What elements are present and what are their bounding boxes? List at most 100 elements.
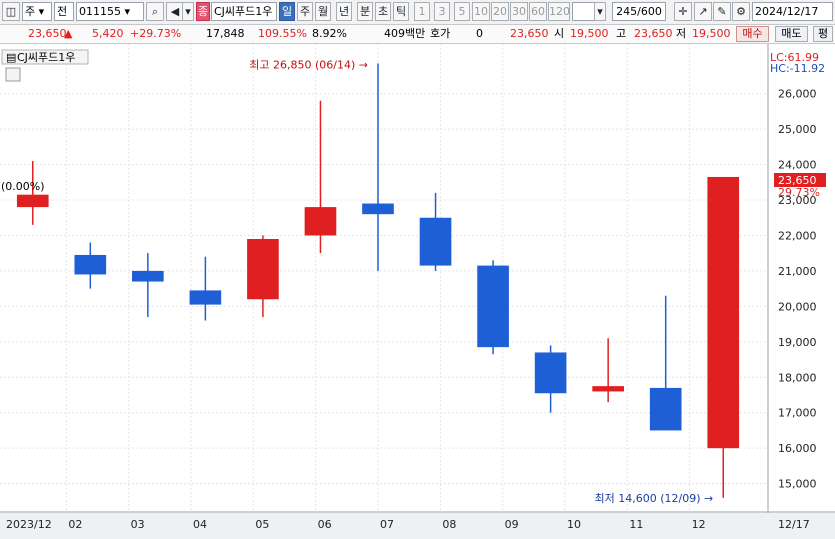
hc-label: HC:-11.92 (770, 62, 825, 75)
low-label: 저 (676, 27, 687, 40)
data-count-input[interactable]: 245/600 (612, 2, 666, 21)
chart-title-icon: ▤ (6, 51, 16, 64)
current-price: 23,650 (28, 27, 67, 40)
chart-menu-icon[interactable]: ◫ (2, 2, 20, 21)
candle-body (304, 207, 337, 236)
minute-60-button[interactable]: 60 (529, 2, 547, 21)
chart-title: CJ씨푸드1우 (17, 51, 75, 64)
change-value: 5,420 (92, 27, 124, 40)
y-tick-label: 22,000 (778, 229, 817, 242)
chart-settings-icon[interactable] (5, 67, 21, 82)
high-price: 23,650 (634, 27, 673, 40)
candle-body (362, 203, 394, 215)
minute-120-button[interactable]: 120 (548, 2, 570, 21)
candle-body (649, 387, 682, 431)
x-axis-band (0, 513, 835, 539)
dropdown-arrow-icon[interactable]: ▾ (182, 2, 194, 21)
minute-30-button[interactable]: 30 (510, 2, 528, 21)
chevron-down-icon[interactable]: ▾ (594, 2, 606, 21)
x-tick-label: 12/17 (778, 518, 810, 531)
period-month-button[interactable]: 월 (315, 2, 331, 21)
stock-type-badge: 종 (196, 2, 210, 21)
low-price: 19,500 (692, 27, 731, 40)
market-select[interactable]: 주 ▾ (22, 2, 52, 21)
minute-5-button[interactable]: 5 (454, 2, 470, 21)
draw-tool-icon[interactable]: ✎ (713, 2, 731, 21)
left-tag-label: (0.00%) (1, 180, 45, 193)
y-tick-label: 17,000 (778, 407, 817, 420)
market-value: 주 (25, 5, 36, 18)
stock-code-value: 011155 (79, 5, 121, 18)
minute-1-button[interactable]: 1 (414, 2, 430, 21)
candle-body (189, 290, 222, 305)
x-tick-label: 04 (193, 518, 207, 531)
candle-body (534, 352, 567, 394)
x-tick-label: 2023/12 (6, 518, 52, 531)
sell-button[interactable]: 매도 (775, 26, 808, 42)
candle-body (419, 217, 452, 266)
line-tool-icon[interactable]: ↗ (694, 2, 712, 21)
turnover-rate: 8.92% (312, 27, 347, 40)
change-percent: +29.73% (130, 27, 182, 40)
y-tick-label: 21,000 (778, 265, 817, 278)
search-icon[interactable]: ⌕ (146, 2, 164, 21)
trade-amount: 409백만 (384, 27, 426, 40)
period-day-button[interactable]: 일 (279, 2, 295, 21)
x-tick-label: 08 (442, 518, 456, 531)
candle-body (247, 239, 279, 300)
quote-bar: 23,650 ▲ 5,420 +29.73% 17,848 109.55% 8.… (0, 25, 835, 44)
buy-button[interactable]: 매수 (736, 26, 769, 42)
average-button[interactable]: 평 (813, 26, 833, 42)
candle-body (16, 194, 49, 208)
up-arrow-icon: ▲ (64, 27, 73, 40)
open-label: 시 (554, 27, 565, 40)
y-tick-label: 20,000 (778, 300, 817, 313)
x-tick-label: 12 (692, 518, 706, 531)
x-tick-label: 11 (629, 518, 643, 531)
volume-value: 17,848 (206, 27, 245, 40)
candle-body (132, 270, 164, 282)
x-tick-label: 06 (318, 518, 332, 531)
minute-20-button[interactable]: 20 (491, 2, 509, 21)
minute-10-button[interactable]: 10 (472, 2, 490, 21)
period-tick-button[interactable]: 틱 (393, 2, 409, 21)
y-tick-label: 15,000 (778, 478, 817, 491)
x-tick-label: 07 (380, 518, 394, 531)
low-annotation: 최저 14,600 (12/09) → (594, 492, 713, 505)
high-label: 고 (616, 27, 627, 40)
market-type-select[interactable]: 전 (54, 2, 74, 21)
period-year-button[interactable]: 년 (336, 2, 352, 21)
candle-body (707, 176, 740, 449)
y-tick-label: 25,000 (778, 123, 817, 136)
toolbar: ◫ 주 ▾ 전 011155 ▾ ⌕ ◀ ▾ 종 CJ씨푸드1우 일 주 월 년… (0, 0, 835, 25)
y-tick-label: 16,000 (778, 442, 817, 455)
bid-price: 23,650 (510, 27, 549, 40)
minute-3-button[interactable]: 3 (434, 2, 450, 21)
x-tick-label: 02 (68, 518, 82, 531)
open-price: 19,500 (570, 27, 609, 40)
gear-icon[interactable]: ⚙ (732, 2, 750, 21)
period-minute-button[interactable]: 분 (357, 2, 373, 21)
stock-name: CJ씨푸드1우 (211, 2, 277, 21)
x-tick-label: 05 (255, 518, 269, 531)
crosshair-icon[interactable]: ✛ (674, 2, 692, 21)
date-input[interactable]: 2024/12/17 (752, 2, 833, 21)
high-annotation: 최고 26,850 (06/14) → (249, 59, 368, 72)
bid-value: 0 (476, 27, 483, 40)
y-tick-label: 26,000 (778, 88, 817, 101)
y-tick-label: 24,000 (778, 159, 817, 172)
x-tick-label: 09 (505, 518, 519, 531)
candle-body (74, 254, 107, 275)
period-week-button[interactable]: 주 (297, 2, 313, 21)
y-tick-label: 19,000 (778, 336, 817, 349)
x-tick-label: 10 (567, 518, 581, 531)
y-tick-label: 18,000 (778, 371, 817, 384)
bid-label: 호가 (430, 27, 451, 40)
x-tick-label: 03 (131, 518, 145, 531)
candle-body (477, 265, 509, 348)
volume-ratio: 109.55% (258, 27, 307, 40)
stock-code-input[interactable]: 011155 ▾ (76, 2, 144, 21)
current-pct-label: 29.73% (778, 186, 820, 199)
period-second-button[interactable]: 초 (375, 2, 391, 21)
price-chart[interactable]: ▤ CJ씨푸드1우 (0.00%) 2023/12 02 03 04 05 06 07 08 0… (0, 44, 835, 539)
